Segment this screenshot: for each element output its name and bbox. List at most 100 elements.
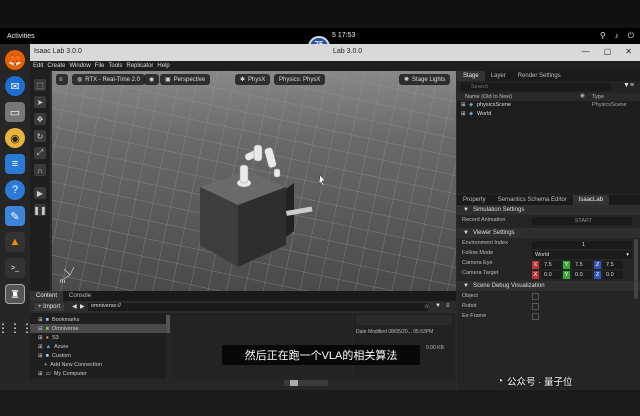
viewer-settings-header[interactable]: ▼ Viewer Settings bbox=[457, 228, 640, 238]
viewport-scene bbox=[52, 71, 456, 291]
select-icon[interactable]: ⬚ bbox=[34, 79, 46, 91]
menu-window[interactable]: Window bbox=[69, 63, 90, 69]
snap-icon[interactable]: ∩ bbox=[34, 164, 46, 176]
tree-item[interactable]: ⊞ ■ Bookmarks bbox=[30, 315, 166, 324]
menu-create[interactable]: Create bbox=[47, 63, 65, 69]
tree-item[interactable]: ⊞ ▲ Azure bbox=[30, 342, 166, 351]
tab-layer[interactable]: Layer bbox=[485, 71, 512, 81]
firefox-icon[interactable]: 🦊 bbox=[5, 50, 25, 70]
slider-thumb[interactable] bbox=[290, 380, 298, 386]
debug-checkbox[interactable] bbox=[532, 292, 539, 300]
help-icon[interactable]: ? bbox=[5, 180, 25, 200]
tree-scrollbar[interactable] bbox=[166, 315, 170, 333]
stage-lights-button[interactable]: ✺ Stage Lights bbox=[399, 74, 451, 85]
pointer-icon[interactable]: ➤ bbox=[34, 96, 46, 108]
tree-item[interactable]: + Add New Connection bbox=[30, 360, 166, 369]
panel-scrollbar[interactable] bbox=[634, 239, 638, 299]
tab-render-settings[interactable]: Render Settings bbox=[512, 71, 567, 81]
camera-button[interactable]: ▣ Perspective bbox=[160, 74, 211, 85]
menu-edit[interactable]: Edit bbox=[33, 63, 43, 69]
close-button[interactable]: ✕ bbox=[625, 47, 632, 56]
expand-icon[interactable]: ⊞ bbox=[461, 102, 466, 108]
camera-target-y[interactable]: 0.0 bbox=[572, 271, 592, 279]
menu-file[interactable]: File bbox=[95, 63, 105, 69]
vlc-icon[interactable]: ▲ bbox=[5, 232, 25, 252]
simulation-settings-header[interactable]: ▼ Simulation Settings bbox=[457, 205, 640, 215]
rotate-icon[interactable]: ↻ bbox=[34, 130, 46, 142]
clock[interactable]: 5 17:53 bbox=[332, 32, 355, 39]
stage-row[interactable]: ⊞ ◈ World bbox=[457, 110, 640, 119]
stage-search-input[interactable] bbox=[461, 83, 611, 91]
network-icon[interactable]: ⚲ bbox=[600, 31, 606, 41]
files-icon[interactable]: ▭ bbox=[5, 102, 25, 122]
debug-checkbox[interactable] bbox=[532, 312, 539, 320]
viewport[interactable]: ≡ ◍ RTX - Real-Time 2.0 ◉ ▣ Perspective … bbox=[52, 71, 456, 291]
folder-tree: ⊞ ■ Bookmarks ⊟ ■ Omniverse ⊞ ● S3 ⊞ ▲ Azure ⊞ ■ C… bbox=[30, 313, 166, 379]
menu-replicator[interactable]: Replicator bbox=[126, 63, 153, 69]
app-grid-icon[interactable]: ⋮⋮⋮ bbox=[0, 318, 33, 338]
title-bar[interactable]: Isaac Lab 3.0.0 Lab 3.0.0 — ▢ ✕ bbox=[30, 44, 640, 61]
camera-eye-y[interactable]: 7.5 bbox=[572, 261, 592, 269]
hamburger-button[interactable]: ≡ bbox=[56, 74, 68, 85]
env-index-field[interactable]: 1 bbox=[532, 241, 632, 249]
pause-icon[interactable]: ❚❚ bbox=[33, 204, 47, 216]
tab-stage[interactable]: Stage bbox=[457, 71, 485, 81]
rhythmbox-icon[interactable]: ◉ bbox=[5, 128, 25, 148]
tab-console[interactable]: Console bbox=[63, 291, 97, 301]
col-type-header[interactable]: Type bbox=[592, 94, 604, 100]
import-button[interactable]: + Import bbox=[34, 303, 65, 311]
menu-tools[interactable]: Tools bbox=[108, 63, 122, 69]
visibility-button[interactable]: ◉ bbox=[144, 74, 160, 85]
follow-mode-value: World bbox=[535, 252, 550, 258]
tree-item[interactable]: ⊞ ■ Custom bbox=[30, 351, 166, 360]
activities-button[interactable]: Activities bbox=[7, 33, 35, 40]
menu-help[interactable]: Help bbox=[157, 63, 169, 69]
bookmark-icon[interactable]: ☆ bbox=[424, 303, 429, 310]
tab-property[interactable]: Property bbox=[457, 195, 492, 205]
computer-icon: ▭ bbox=[45, 370, 51, 377]
text-editor-icon[interactable]: ✎ bbox=[5, 206, 25, 226]
tree-item[interactable]: ⊞ ● S3 bbox=[30, 333, 166, 342]
path-field[interactable]: omniverse:// bbox=[88, 303, 428, 311]
camera-eye-z[interactable]: 7.5 bbox=[603, 261, 623, 269]
physx-button[interactable]: ✱ PhysX bbox=[235, 74, 271, 85]
debug-checkbox[interactable] bbox=[532, 302, 539, 310]
filter-icon[interactable]: ▼ bbox=[435, 303, 441, 309]
forward-icon[interactable]: ▶ bbox=[80, 303, 85, 310]
tree-item[interactable]: ⊞ ▭ My Computer bbox=[30, 369, 166, 378]
start-button[interactable]: START bbox=[532, 217, 632, 225]
camera-eye-fields: X 7.5 Y 7.5 Z 7.5 bbox=[532, 261, 623, 269]
system-tray[interactable]: ⚲ ♪ ⏻ bbox=[600, 31, 634, 41]
collapse-icon: ▼ bbox=[463, 207, 469, 213]
options-icon[interactable]: ≡ bbox=[446, 303, 450, 309]
filter-icon[interactable]: ▼≡ bbox=[623, 82, 634, 89]
stage-row[interactable]: ⊞ ◈ physicsScene PhysicsScene bbox=[457, 101, 640, 110]
thumbnail-size-slider[interactable] bbox=[284, 380, 328, 386]
tab-content[interactable]: Content bbox=[30, 291, 64, 301]
tab-semantics[interactable]: Semantics Schema Editor bbox=[492, 195, 573, 205]
physics-button[interactable]: Physics: PhysX bbox=[274, 74, 326, 85]
terminal-icon[interactable]: >_ bbox=[5, 258, 25, 278]
move-icon[interactable]: ✥ bbox=[34, 113, 46, 125]
maximize-button[interactable]: ▢ bbox=[604, 47, 612, 56]
renderer-button[interactable]: ◍ RTX - Real-Time 2.0 bbox=[72, 74, 145, 85]
scale-icon[interactable]: ⤢ bbox=[34, 147, 46, 159]
col-name-header[interactable]: Name (Old to New) bbox=[465, 94, 512, 100]
camera-eye-x[interactable]: 7.5 bbox=[541, 261, 561, 269]
thunderbird-icon[interactable]: ✉ bbox=[5, 76, 25, 96]
expand-icon[interactable]: ⊞ bbox=[461, 111, 466, 117]
camera-target-x[interactable]: 0.0 bbox=[541, 271, 561, 279]
play-icon[interactable]: ▶ bbox=[34, 187, 46, 199]
back-icon[interactable]: ◀ bbox=[72, 303, 77, 310]
scene-debug-header[interactable]: ▼ Scene Debug Visualization bbox=[457, 281, 640, 291]
minimize-button[interactable]: — bbox=[582, 47, 590, 56]
camera-target-z[interactable]: 0.0 bbox=[603, 271, 623, 279]
follow-mode-select[interactable]: World ▾ bbox=[532, 251, 632, 259]
power-icon[interactable]: ⏻ bbox=[628, 31, 634, 41]
tab-isaaclab[interactable]: IsaacLab bbox=[572, 195, 610, 205]
viewport-toolbar: ⬚ ➤ ✥ ↻ ⤢ ∩ ▶ ❚❚ bbox=[30, 71, 50, 291]
isaac-app-icon[interactable]: ♜ bbox=[5, 284, 25, 304]
writer-icon[interactable]: ≡ bbox=[5, 154, 25, 174]
volume-icon[interactable]: ♪ bbox=[615, 31, 619, 41]
tree-item[interactable]: ⊟ ■ Omniverse bbox=[30, 324, 166, 333]
